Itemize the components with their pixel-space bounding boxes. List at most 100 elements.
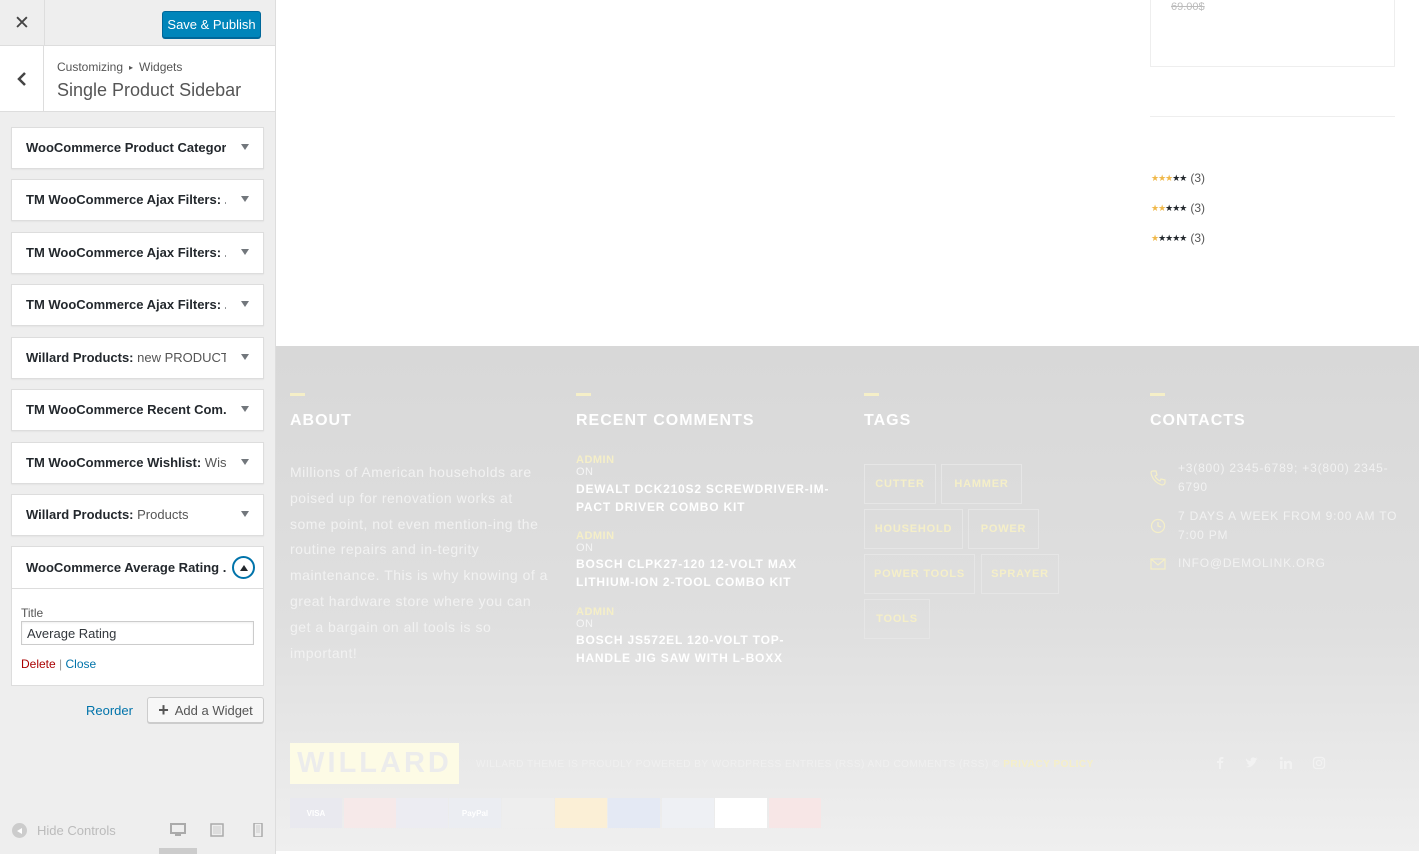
delete-widget-link[interactable]: Delete [21, 657, 56, 671]
widget-item[interactable]: TM WooCommerce Ajax Filters: ... [11, 284, 264, 326]
widget-item[interactable]: TM WooCommerce Wishlist: Wis... [11, 442, 264, 484]
divider [1150, 116, 1395, 117]
title-field-label: Title [21, 606, 44, 620]
comment-post-link[interactable]: DEWALT DCK210S2 SCREWDRIVER-IM-PACT DRIV… [576, 480, 836, 516]
widget-title: WooCommerce Product Categor... [26, 128, 226, 168]
widget-header[interactable]: WooCommerce Average Rating ... [12, 547, 263, 589]
contact-hours: 7 DAYS A WEEK FROM 9:00 AM TO 7:00 PM [1178, 509, 1398, 542]
linkedin-icon[interactable] [1279, 756, 1293, 770]
rating-count: (3) [1190, 231, 1206, 245]
widget-title: TM WooCommerce Ajax Filters: ... [26, 180, 226, 220]
site-preview: 69.00$ ★★★★★ (3) ★★★★★ (3) ★★★★★ (3) ABO… [276, 0, 1419, 854]
heading-accent [1150, 393, 1165, 396]
copyright-body: WILLARD THEME IS PROUDLY POWERED BY WORD… [476, 759, 1000, 770]
comment-post-link[interactable]: BOSCH JS572EL 120-VOLT TOP-HANDLE JIG SA… [576, 631, 836, 667]
discover-payment-icon [715, 798, 767, 828]
chevron-up-icon [239, 564, 248, 571]
comment-meta: ADMIN ON [576, 454, 615, 478]
widget-average-rating-expanded: WooCommerce Average Rating ... Title Del… [11, 546, 264, 686]
tag-link[interactable]: TOOLS [864, 599, 930, 639]
add-widget-label: Add a Widget [174, 702, 253, 718]
widget-item[interactable]: Willard Products: Products [11, 494, 264, 536]
rating-filter-row[interactable]: ★★★★★ (3) [1151, 171, 1205, 185]
hide-controls-button[interactable]: Hide Controls [12, 823, 116, 838]
contact-email[interactable]: INFO@DEMOLINK.ORG [1178, 554, 1418, 573]
twitter-icon[interactable] [1245, 756, 1259, 770]
breadcrumb-parent: Customizing [57, 60, 124, 74]
comment-author[interactable]: ADMIN [576, 606, 615, 618]
widget-title: TM WooCommerce Ajax Filters: ... [26, 233, 226, 273]
breadcrumb-current: Widgets [139, 60, 183, 74]
widget-title: Willard Products: Products [26, 495, 226, 535]
widget-title-text: TM WooCommerce Ajax Filters: ... [26, 192, 226, 207]
expand-arrow-icon[interactable] [241, 301, 249, 307]
tag-link[interactable]: POWER TOOLS [864, 554, 975, 594]
widget-actions: Delete | Close [21, 657, 96, 671]
comment-author[interactable]: ADMIN [576, 530, 615, 542]
widget-subtitle: Wis... [204, 455, 226, 470]
save-publish-button[interactable]: Save & Publish [162, 11, 261, 38]
comment-on: ON [576, 542, 594, 554]
cirrus-payment-icon [662, 798, 714, 828]
instagram-icon[interactable] [1312, 756, 1326, 770]
widget-item[interactable]: TM WooCommerce Recent Com... [11, 389, 264, 431]
rating-filter-row[interactable]: ★★★★★ (3) [1151, 231, 1205, 245]
tag-link[interactable]: HAMMER [941, 464, 1022, 504]
amazon-payment-icon [555, 798, 607, 828]
customizer-footer: Hide Controls [0, 806, 275, 854]
chevron-left-icon [16, 72, 26, 86]
expand-arrow-icon[interactable] [241, 511, 249, 517]
maestro-payment-icon [396, 798, 448, 828]
widget-title-text: TM WooCommerce Recent Com... [26, 402, 226, 417]
expand-arrow-icon[interactable] [241, 196, 249, 202]
mobile-preview-icon[interactable] [250, 823, 266, 837]
reorder-link[interactable]: Reorder [86, 703, 133, 718]
expand-arrow-icon[interactable] [241, 354, 249, 360]
back-button[interactable] [0, 46, 44, 112]
widget-subtitle: new PRODUCTS [137, 350, 226, 365]
active-device-indicator [159, 848, 197, 854]
comment-meta: ADMIN ON [576, 606, 615, 630]
tag-link[interactable]: POWER [968, 509, 1039, 549]
title-input[interactable] [21, 621, 254, 645]
comment-post-link[interactable]: BOSCH CLPK27-120 12-VOLT MAX LITHIUM-ION… [576, 555, 836, 591]
tag-link[interactable]: HOUSEHOLD [864, 509, 963, 549]
expand-arrow-icon[interactable] [241, 406, 249, 412]
widget-title: TM WooCommerce Ajax Filters: ... [26, 285, 226, 325]
customizer-sidebar: ✕ Save & Publish Customizing ▸ Widgets S… [0, 0, 276, 854]
site-logo[interactable]: WILLARD [290, 743, 459, 784]
add-widget-button[interactable]: + Add a Widget [147, 697, 264, 723]
facebook-icon[interactable] [1213, 756, 1227, 770]
desktop-preview-icon[interactable] [170, 823, 186, 837]
tablet-preview-icon[interactable] [209, 823, 225, 837]
widget-title: TM WooCommerce Wishlist: Wis... [26, 443, 226, 483]
tag-link[interactable]: CUTTER [864, 464, 936, 504]
site-footer: ABOUT Millions of American households ar… [276, 346, 1419, 851]
privacy-policy-link[interactable]: PRIVACY POLICY [1003, 759, 1094, 770]
close-widget-link[interactable]: Close [66, 657, 97, 671]
star-rating-icon: ★★★★★ [1151, 172, 1187, 183]
widget-item[interactable]: Willard Products: new PRODUCTS [11, 337, 264, 379]
hide-controls-label: Hide Controls [37, 823, 116, 838]
mail-icon [1150, 558, 1166, 570]
expand-arrow-icon[interactable] [241, 249, 249, 255]
widget-title-text: TM WooCommerce Ajax Filters: ... [26, 245, 226, 260]
comment-author[interactable]: ADMIN [576, 454, 615, 466]
collapse-widget-button[interactable] [232, 556, 255, 579]
amex-payment-icon [502, 798, 554, 828]
contact-phone: +3(800) 2345-6789; +3(800) 2345-6790 [1178, 461, 1389, 494]
close-customizer-button[interactable]: ✕ [0, 0, 45, 46]
about-text: Millions of American households are pois… [290, 464, 548, 661]
star-rating-icon: ★★★★★ [1151, 232, 1187, 243]
rating-count: (3) [1190, 171, 1206, 185]
tag-link[interactable]: SPRAYER [981, 554, 1059, 594]
widget-item[interactable]: TM WooCommerce Ajax Filters: ... [11, 232, 264, 274]
paypal-payment-icon: PayPal [449, 798, 501, 828]
heading-accent [864, 393, 879, 396]
rating-filter-row[interactable]: ★★★★★ (3) [1151, 201, 1205, 215]
widget-item[interactable]: WooCommerce Product Categor... [11, 127, 264, 169]
customizer-header: ✕ Save & Publish [0, 0, 275, 46]
expand-arrow-icon[interactable] [241, 144, 249, 150]
widget-item[interactable]: TM WooCommerce Ajax Filters: ... [11, 179, 264, 221]
expand-arrow-icon[interactable] [241, 459, 249, 465]
